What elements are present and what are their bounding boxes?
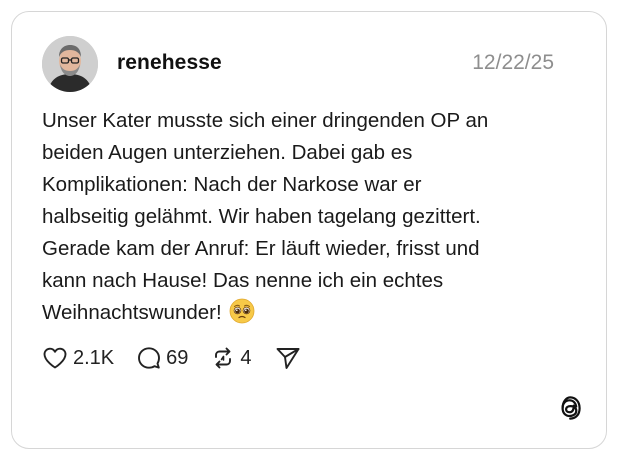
post-card: renehesse 12/22/25 Unser Kater musste si… [11, 11, 607, 449]
like-button[interactable]: 2.1K [42, 346, 114, 370]
heart-icon [43, 347, 67, 369]
comment-button[interactable]: 69 [137, 346, 188, 370]
threads-logo-icon[interactable] [556, 394, 584, 422]
send-icon [276, 348, 299, 369]
repost-count: 4 [240, 346, 252, 369]
share-button[interactable] [275, 346, 301, 370]
post-text-content: Unser Kater musste sich einer dringenden… [42, 109, 489, 324]
pleading-face-emoji-icon [229, 298, 255, 324]
username[interactable]: renehesse [117, 51, 222, 75]
avatar[interactable] [42, 36, 98, 92]
comment-count: 69 [166, 346, 189, 369]
comment-bubble-icon [138, 347, 161, 369]
post-actions: 2.1K 69 4 [42, 343, 324, 373]
like-count: 2.1K [73, 346, 115, 369]
repost-button[interactable]: 4 [211, 346, 252, 370]
user-avatar-photo-icon [42, 36, 98, 92]
post-text: Unser Kater musste sich einer dringenden… [42, 105, 582, 329]
repost-icon [215, 347, 232, 369]
post-date: 12/22/25 [472, 51, 554, 74]
